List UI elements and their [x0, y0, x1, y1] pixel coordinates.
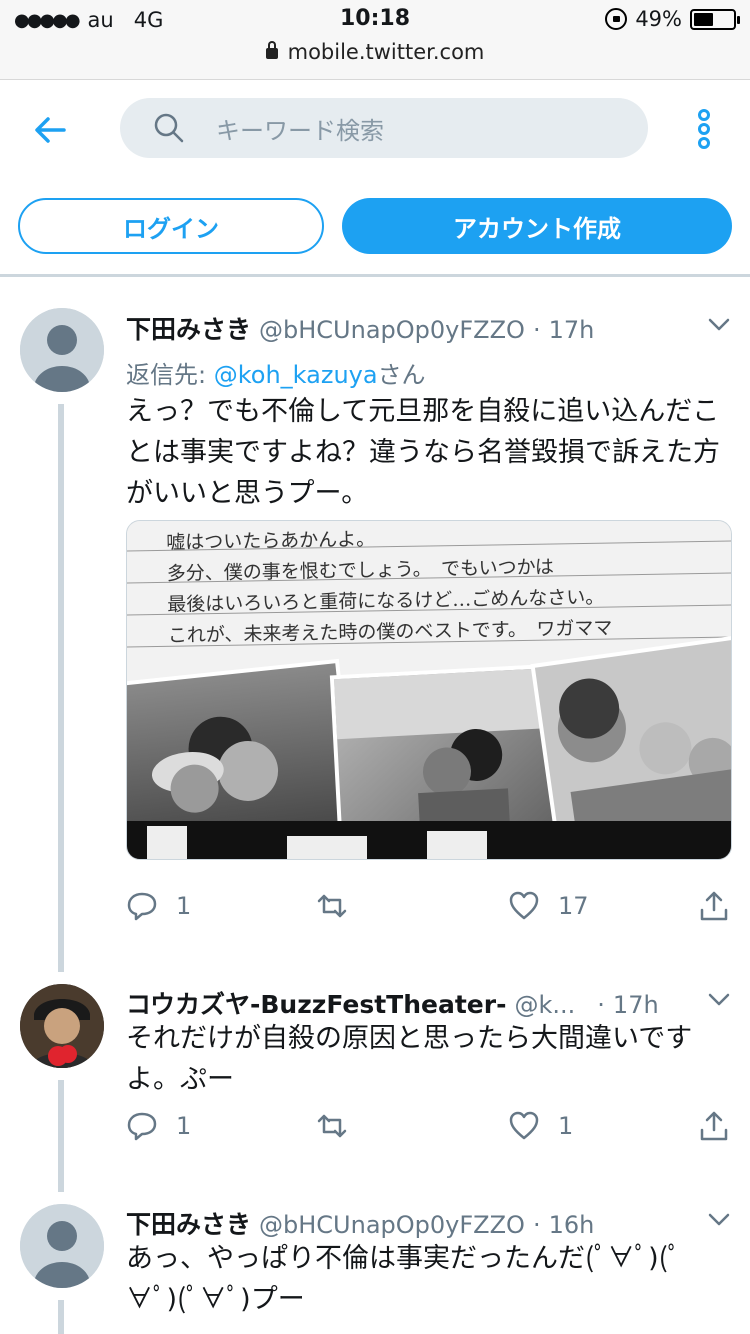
share-button[interactable] — [698, 890, 730, 922]
timestamp[interactable]: 17h — [613, 991, 659, 1019]
more-vertical-icon[interactable] — [694, 108, 714, 150]
username[interactable]: @bHCUnapOp0yFZZO — [259, 316, 525, 344]
search-icon — [154, 113, 184, 143]
orientation-lock-icon — [605, 8, 628, 30]
share-icon — [700, 1111, 728, 1141]
thread-line — [58, 404, 64, 972]
avatar[interactable] — [20, 984, 104, 1068]
chevron-down-icon[interactable] — [708, 318, 730, 332]
tweet-text: それだけが自殺の原因と思ったら大間違いですよ。ぷー — [126, 1023, 693, 1095]
separator: · — [597, 991, 605, 1019]
display-name[interactable]: 下田みさき — [126, 1205, 251, 1241]
tweet-actions: 1 1 — [126, 1110, 736, 1150]
reply-mention[interactable]: @koh_kazuya — [214, 361, 378, 389]
handwriting-line: 最後はいろいろと重荷になるけど…ごめんなさい。 — [167, 586, 605, 616]
timestamp[interactable]: 16h — [549, 1211, 595, 1239]
chevron-down-icon[interactable] — [708, 993, 730, 1007]
retweet-button[interactable] — [316, 890, 366, 922]
like-button[interactable]: 17 — [508, 890, 589, 922]
retweet-icon — [317, 1114, 347, 1138]
like-count: 1 — [558, 1112, 574, 1140]
avatar[interactable] — [20, 308, 104, 392]
url-text: mobile.twitter.com — [287, 40, 485, 64]
tweet-header: 下田みさき @bHCUnapOp0yFZZO · 17h — [126, 310, 594, 346]
share-button[interactable] — [698, 1110, 730, 1142]
like-button[interactable]: 1 — [508, 1110, 573, 1142]
tweet-text: えっ？でも不倫して元旦那を自殺に追い込んだことは事実ですよね？違うなら名誉毀損で… — [126, 396, 720, 509]
search-placeholder: キーワード検索 — [216, 116, 384, 145]
thread-line — [58, 1080, 64, 1192]
thread-line — [58, 1300, 64, 1334]
signup-button[interactable]: アカウント作成 — [342, 198, 732, 254]
retweet-icon — [317, 894, 347, 918]
display-name[interactable]: 下田みさき — [126, 310, 251, 346]
retweet-button[interactable] — [316, 1110, 366, 1142]
header-divider — [0, 274, 750, 277]
tweet-header: 下田みさき @bHCUnapOp0yFZZO · 16h — [126, 1205, 594, 1241]
login-button[interactable]: ログイン — [18, 198, 324, 254]
username[interactable]: @bHCUnapOp0yFZZO — [259, 1211, 525, 1239]
handwriting-line: 多分、僕の事を恨むでしょう。 でもいつかは — [166, 556, 555, 585]
image-handwritten-text: 嘘はついたらあかんよ。 多分、僕の事を恨むでしょう。 でもいつかは 最後はいろい… — [166, 521, 728, 652]
separator: · — [532, 1211, 541, 1239]
avatar[interactable] — [20, 1204, 104, 1288]
url-bar[interactable]: mobile.twitter.com — [0, 40, 750, 64]
user-photo — [20, 984, 104, 1068]
reply-prefix: 返信先: — [126, 361, 214, 389]
battery-fill — [694, 12, 713, 26]
handwriting-line: 嘘はついたらあかんよ。 — [166, 528, 376, 554]
reply-button[interactable]: 1 — [126, 890, 191, 922]
reply-context: 返信先: @koh_kazuyaさん — [126, 355, 426, 390]
secure-lock-icon — [265, 41, 278, 59]
battery-icon — [690, 8, 740, 30]
chevron-down-icon[interactable] — [708, 1213, 730, 1227]
tweet-image[interactable]: 嘘はついたらあかんよ。 多分、僕の事を恨むでしょう。 でもいつかは 最後はいろい… — [126, 520, 732, 860]
tweet-actions: 1 17 — [126, 890, 736, 930]
separator: · — [532, 316, 541, 344]
back-arrow-icon[interactable] — [30, 110, 70, 150]
reply-count: 1 — [176, 892, 192, 920]
timestamp[interactable]: 17h — [549, 316, 595, 344]
status-right: 49% — [605, 7, 740, 31]
like-icon — [509, 891, 539, 920]
handwriting-line: これが、未来考えた時の僕のベストです。 ワガママ — [167, 617, 613, 647]
reply-icon — [127, 1112, 157, 1141]
reply-icon — [127, 892, 157, 921]
like-icon — [509, 1111, 539, 1140]
reply-count: 1 — [176, 1112, 192, 1140]
default-avatar-icon — [20, 308, 104, 392]
tweet-text: あっ、やっぱり不倫は事実だったんだ(ﾟ∀ﾟ)(ﾟ∀ﾟ)(ﾟ∀ﾟ)プー — [126, 1243, 682, 1315]
reply-suffix: さん — [377, 361, 426, 389]
status-bar: ●●●●● au 4G 10:18 49% mobile.twitter.com — [0, 0, 750, 80]
display-name[interactable]: コウカズヤ-BuzzFestTheater- — [126, 985, 506, 1021]
username[interactable]: @k... — [514, 991, 575, 1019]
tweet-header: コウカズヤ-BuzzFestTheater- @k... · 17h — [126, 985, 659, 1021]
like-count: 17 — [558, 892, 589, 920]
battery-percent: 49% — [635, 7, 682, 31]
photo-collage — [127, 521, 731, 859]
share-icon — [700, 891, 728, 921]
default-avatar-icon — [20, 1204, 104, 1288]
reply-button[interactable]: 1 — [126, 1110, 191, 1142]
search-bar[interactable]: キーワード検索 — [120, 98, 648, 158]
